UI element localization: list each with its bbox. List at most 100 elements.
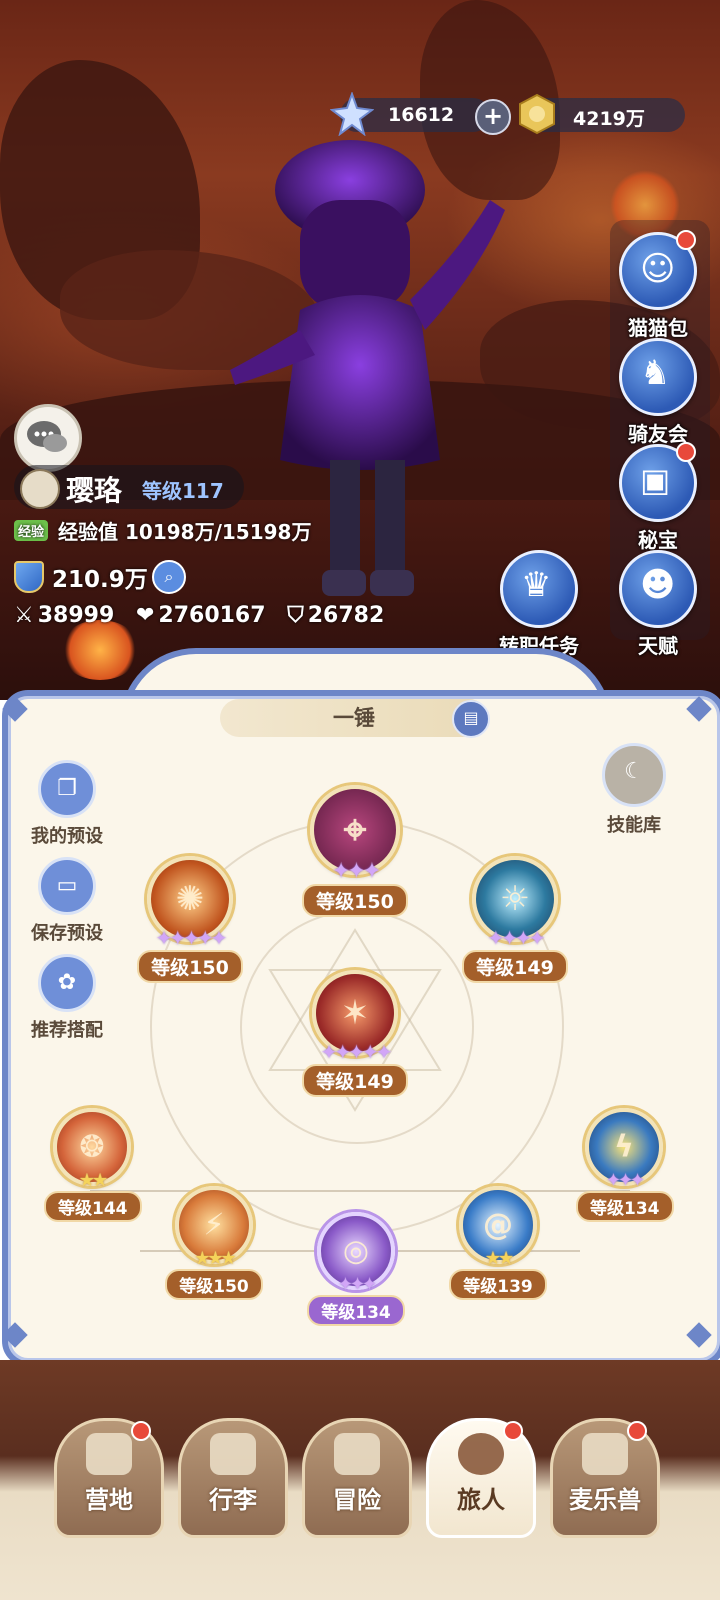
loadout-name: 一锤 [333, 706, 375, 730]
skill-slot-upper-right[interactable]: ☼ ✦✦✦✦ 等级149 [460, 856, 570, 983]
player-name: 璎珞 [66, 474, 123, 507]
pet-notification-dot [627, 1421, 647, 1441]
skill-slot-center[interactable]: ✶ ✦✦✦✦✦ 等级149 [290, 970, 420, 1097]
traveler-notification-dot [503, 1421, 523, 1441]
skill-level: 等级139 [449, 1269, 547, 1300]
class-emblem-icon [20, 469, 60, 509]
combat-power-row: 210.9万 [14, 560, 148, 594]
camp-notification-dot [131, 1421, 151, 1441]
skill-level: 等级150 [165, 1269, 263, 1300]
nav-pet-label: 麦乐兽 [569, 1486, 641, 1514]
combat-power-shield-icon [14, 561, 44, 593]
hp-value: 2760167 [158, 603, 266, 628]
save-preset-button[interactable]: ▭ 保存预设 [22, 857, 112, 945]
exp-label: 经验值 [58, 520, 119, 544]
nav-traveler-label: 旅人 [457, 1486, 505, 1514]
treasure-label: 秘宝 [638, 528, 678, 552]
skill-slot-bottom-left[interactable]: ⚡ ★★★ 等级150 [164, 1186, 264, 1300]
cat-bag-notification-dot [676, 230, 696, 250]
skill-stars: ★★★ [194, 1248, 236, 1269]
talent-label: 天赋 [638, 634, 678, 658]
skill-level: 等级134 [576, 1191, 674, 1222]
treasure-icon: ▣ [640, 461, 671, 499]
nav-camp[interactable]: 营地 [54, 1418, 164, 1538]
power-detail-search-button[interactable]: ⌕ [152, 560, 186, 594]
crossed-swords-icon [334, 1433, 380, 1475]
cat-bag-icon: ☺ [640, 249, 676, 289]
stats-row: ⚔ 38999 ❤ 2760167 ⛉ 26782 [14, 603, 398, 628]
cat-pet-icon [582, 1433, 628, 1475]
search-icon: ⌕ [164, 567, 174, 586]
star-currency-value: 16612 [388, 104, 455, 126]
skill-slot-lower-right[interactable]: ϟ ✦✦✦ 等级134 [576, 1108, 674, 1222]
skill-slot-bottom-right[interactable]: @ ★★ 等级139 [448, 1186, 548, 1300]
castle-icon [86, 1433, 132, 1475]
treasure-button[interactable]: ▣ 秘宝 [618, 442, 698, 553]
skill-level: 等级150 [302, 884, 408, 917]
horse-icon: ♞ [640, 353, 671, 393]
save-disk-icon: ▭ [56, 873, 78, 898]
skill-level: 等级149 [302, 1064, 408, 1097]
save-preset-label: 保存预设 [31, 923, 103, 944]
nav-adventure[interactable]: 冒险 [302, 1418, 412, 1538]
skill-level: 等级144 [44, 1191, 142, 1222]
defense-value: 26782 [307, 603, 385, 628]
skill-stars: ✦✦✦ [337, 1274, 377, 1295]
player-character [230, 140, 505, 596]
skill-stars: ✦✦✦✦ [487, 926, 545, 950]
player-name-bar: 璎珞 等级117 [14, 465, 244, 509]
loadout-name-tab[interactable]: 一锤 [220, 699, 488, 737]
defense-shield-icon: ⛉ [287, 603, 304, 628]
job-change-quest-button[interactable]: ♛ 转职任务 [494, 550, 584, 659]
ride-club-button[interactable]: ♞ 骑友会 [618, 338, 698, 447]
moon-sparkle-icon: ☾ [624, 759, 644, 784]
add-currency-button[interactable]: + [475, 99, 511, 135]
attack-swords-icon: ⚔ [14, 603, 34, 628]
star-crystal-icon [330, 92, 374, 136]
chat-button[interactable] [14, 404, 82, 472]
nav-camp-label: 营地 [85, 1486, 133, 1514]
star-currency: 16612 [330, 92, 490, 136]
experience-row: 经验 经验值 10198万/15198万 [14, 516, 311, 545]
nav-luggage-label: 行李 [209, 1486, 257, 1514]
skill-stars: ✦✦✦✦✦ [320, 1040, 393, 1064]
gold-coin-icon [519, 93, 555, 135]
crown-icon: ♛ [521, 565, 552, 605]
recommend-gears-icon: ✿ [57, 970, 77, 995]
skill-slot-upper-left[interactable]: ✺ ✦✦✦✦✦ 等级150 [130, 856, 250, 983]
skill-stars: ✦✦✦ [331, 859, 381, 884]
gold-currency-value: 4219万 [573, 108, 645, 130]
gold-currency: 4219万 [519, 93, 685, 135]
cards-icon: ❐ [57, 776, 77, 801]
skill-slot-lower-left[interactable]: ❂ ★★ 等级144 [44, 1108, 142, 1222]
cat-bag-button[interactable]: ☺ 猫猫包 [618, 230, 698, 341]
skill-slot-top[interactable]: ⌖ ✦✦✦ 等级150 [300, 785, 410, 917]
exp-tag: 经验 [14, 520, 49, 541]
recommended-build-button[interactable]: ✿ 推荐搭配 [22, 954, 112, 1042]
recommended-build-label: 推荐搭配 [31, 1020, 103, 1041]
combat-power-value: 210.9万 [52, 567, 148, 593]
talent-button[interactable]: ☻ 天赋 [618, 550, 698, 659]
attack-value: 38999 [37, 603, 115, 628]
nav-traveler[interactable]: 旅人 [426, 1418, 536, 1538]
skill-library-label: 技能库 [607, 815, 661, 836]
skill-stars: ✦✦✦✦✦ [155, 926, 228, 950]
nav-pet[interactable]: 麦乐兽 [550, 1418, 660, 1538]
skill-stars: ★★ [484, 1248, 514, 1269]
exp-value: 10198万/15198万 [124, 520, 312, 544]
nav-adventure-label: 冒险 [333, 1486, 381, 1514]
skill-stars: ★★ [78, 1170, 108, 1191]
my-presets-button[interactable]: ❐ 我的预设 [22, 760, 112, 848]
backpack-icon [210, 1433, 256, 1475]
player-level: 等级117 [142, 479, 224, 503]
skill-slot-bottom-center[interactable]: ◎ ✦✦✦ 等级134 [306, 1212, 406, 1326]
skill-level: 等级150 [137, 950, 243, 983]
skill-library-button[interactable]: ☾ 技能库 [594, 743, 674, 837]
my-presets-label: 我的预设 [31, 826, 103, 847]
heart-icon: ❤ [135, 603, 155, 628]
loadout-book-button[interactable]: ▤ [452, 700, 490, 738]
skill-level: 等级149 [462, 950, 568, 983]
book-icon: ▤ [463, 708, 479, 727]
nav-luggage[interactable]: 行李 [178, 1418, 288, 1538]
chat-bubble-icon [27, 421, 67, 452]
